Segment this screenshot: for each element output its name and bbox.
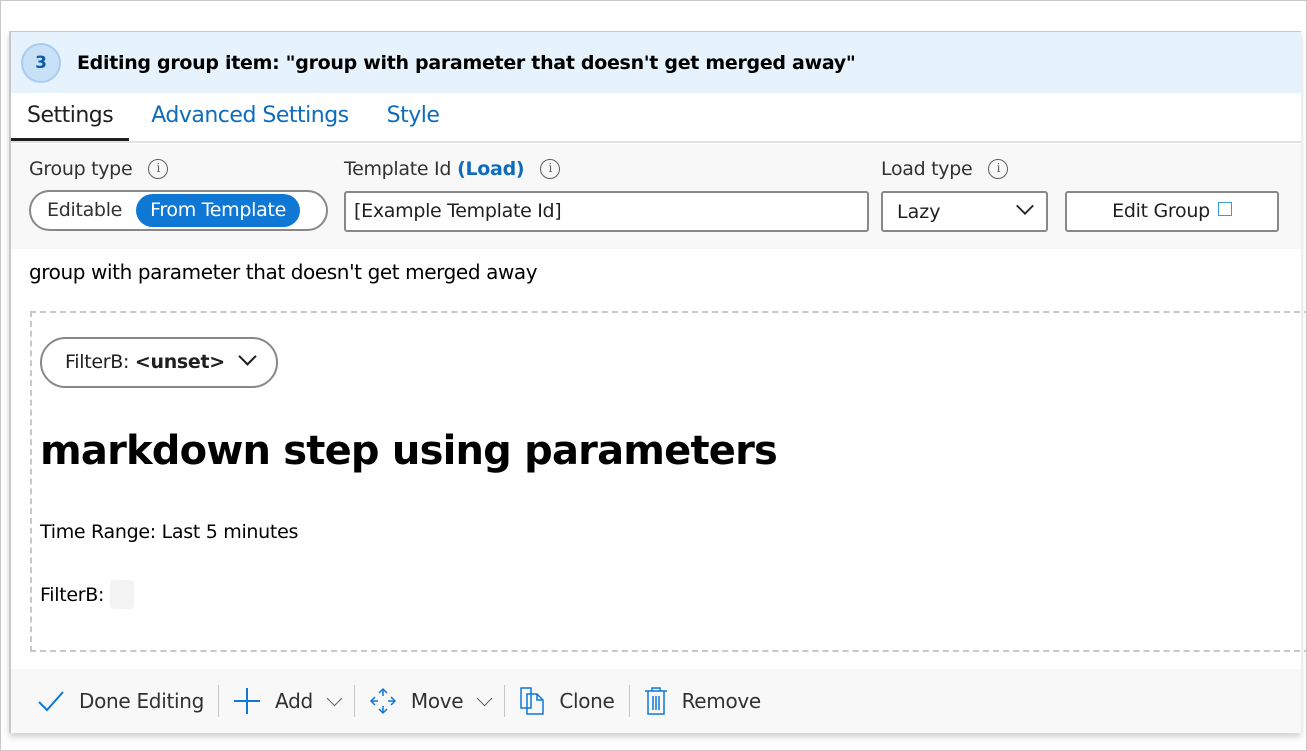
- info-icon[interactable]: i: [148, 159, 169, 179]
- step-number-badge: 3: [21, 42, 61, 83]
- info-icon[interactable]: i: [540, 159, 561, 179]
- header-title: Editing group item: "group with paramete…: [77, 51, 856, 74]
- template-id-label-text: Template Id: [344, 158, 452, 180]
- add-label: Add: [275, 689, 313, 713]
- load-type-label: Load type i: [881, 158, 1009, 180]
- option-from-template[interactable]: From Template: [136, 194, 300, 227]
- settings-area: Group type i Editable From Template Templ…: [11, 144, 1301, 249]
- edit-panel: 3 Editing group item: "group with parame…: [9, 31, 1307, 733]
- plus-icon: [234, 688, 261, 714]
- template-id-label: Template Id (Load) i: [344, 158, 561, 180]
- edit-header: 3 Editing group item: "group with parame…: [11, 32, 1301, 93]
- trash-icon: [644, 687, 667, 715]
- move-button[interactable]: Move: [355, 687, 504, 715]
- edit-group-label: Edit Group: [1112, 200, 1210, 222]
- template-id-input[interactable]: [Example Template Id]: [344, 191, 869, 232]
- edit-group-button[interactable]: Edit Group: [1065, 191, 1279, 232]
- checkmark-icon: [38, 691, 64, 712]
- add-button[interactable]: Add: [219, 687, 354, 715]
- load-type-label-text: Load type: [881, 158, 973, 180]
- group-name: group with parameter that doesn't get me…: [29, 260, 538, 284]
- time-range-text: Time Range: Last 5 minutes: [40, 521, 299, 543]
- filter-value: <unset>: [134, 351, 225, 373]
- group-content: FilterB: <unset> markdown step using par…: [30, 311, 1307, 652]
- tab-bar: Settings Advanced Settings Style: [11, 93, 1301, 143]
- external-link-icon: [1217, 202, 1232, 216]
- remove-button[interactable]: Remove: [630, 686, 775, 716]
- load-type-dropdown[interactable]: Lazy: [881, 191, 1048, 232]
- remove-label: Remove: [681, 689, 762, 713]
- done-editing-button[interactable]: Done Editing: [23, 689, 218, 713]
- group-type-label: Group type i: [29, 158, 169, 180]
- done-label: Done Editing: [79, 689, 205, 713]
- clone-button[interactable]: Clone: [505, 686, 628, 716]
- chevron-down-icon: [477, 690, 493, 706]
- copy-icon: [520, 687, 545, 715]
- filterb-label: FilterB:: [40, 583, 105, 606]
- info-icon[interactable]: i: [988, 159, 1009, 179]
- markdown-heading: markdown step using parameters: [40, 428, 778, 474]
- tab-advanced-settings[interactable]: Advanced Settings: [135, 93, 364, 141]
- load-link[interactable]: (Load): [457, 158, 524, 180]
- group-type-label-text: Group type: [29, 158, 133, 180]
- chevron-down-icon: [326, 690, 343, 706]
- empty-code-value: [110, 580, 135, 609]
- option-editable[interactable]: Editable: [33, 194, 136, 227]
- move-label: Move: [410, 689, 464, 713]
- clone-label: Clone: [559, 689, 615, 713]
- move-arrows-icon: [369, 687, 396, 715]
- filter-name: FilterB:: [65, 351, 130, 373]
- filterb-parameter-dropdown[interactable]: FilterB: <unset>: [40, 337, 278, 388]
- tab-style[interactable]: Style: [371, 93, 456, 141]
- load-type-value: Lazy: [897, 201, 941, 223]
- chevron-down-icon: [1016, 197, 1034, 215]
- group-type-toggle[interactable]: Editable From Template: [29, 190, 328, 231]
- chevron-down-icon: [238, 347, 257, 366]
- footer-toolbar: Done Editing Add Move Clone Remove: [11, 669, 1301, 733]
- filterb-text: FilterB:: [40, 580, 135, 609]
- tab-settings[interactable]: Settings: [11, 93, 130, 141]
